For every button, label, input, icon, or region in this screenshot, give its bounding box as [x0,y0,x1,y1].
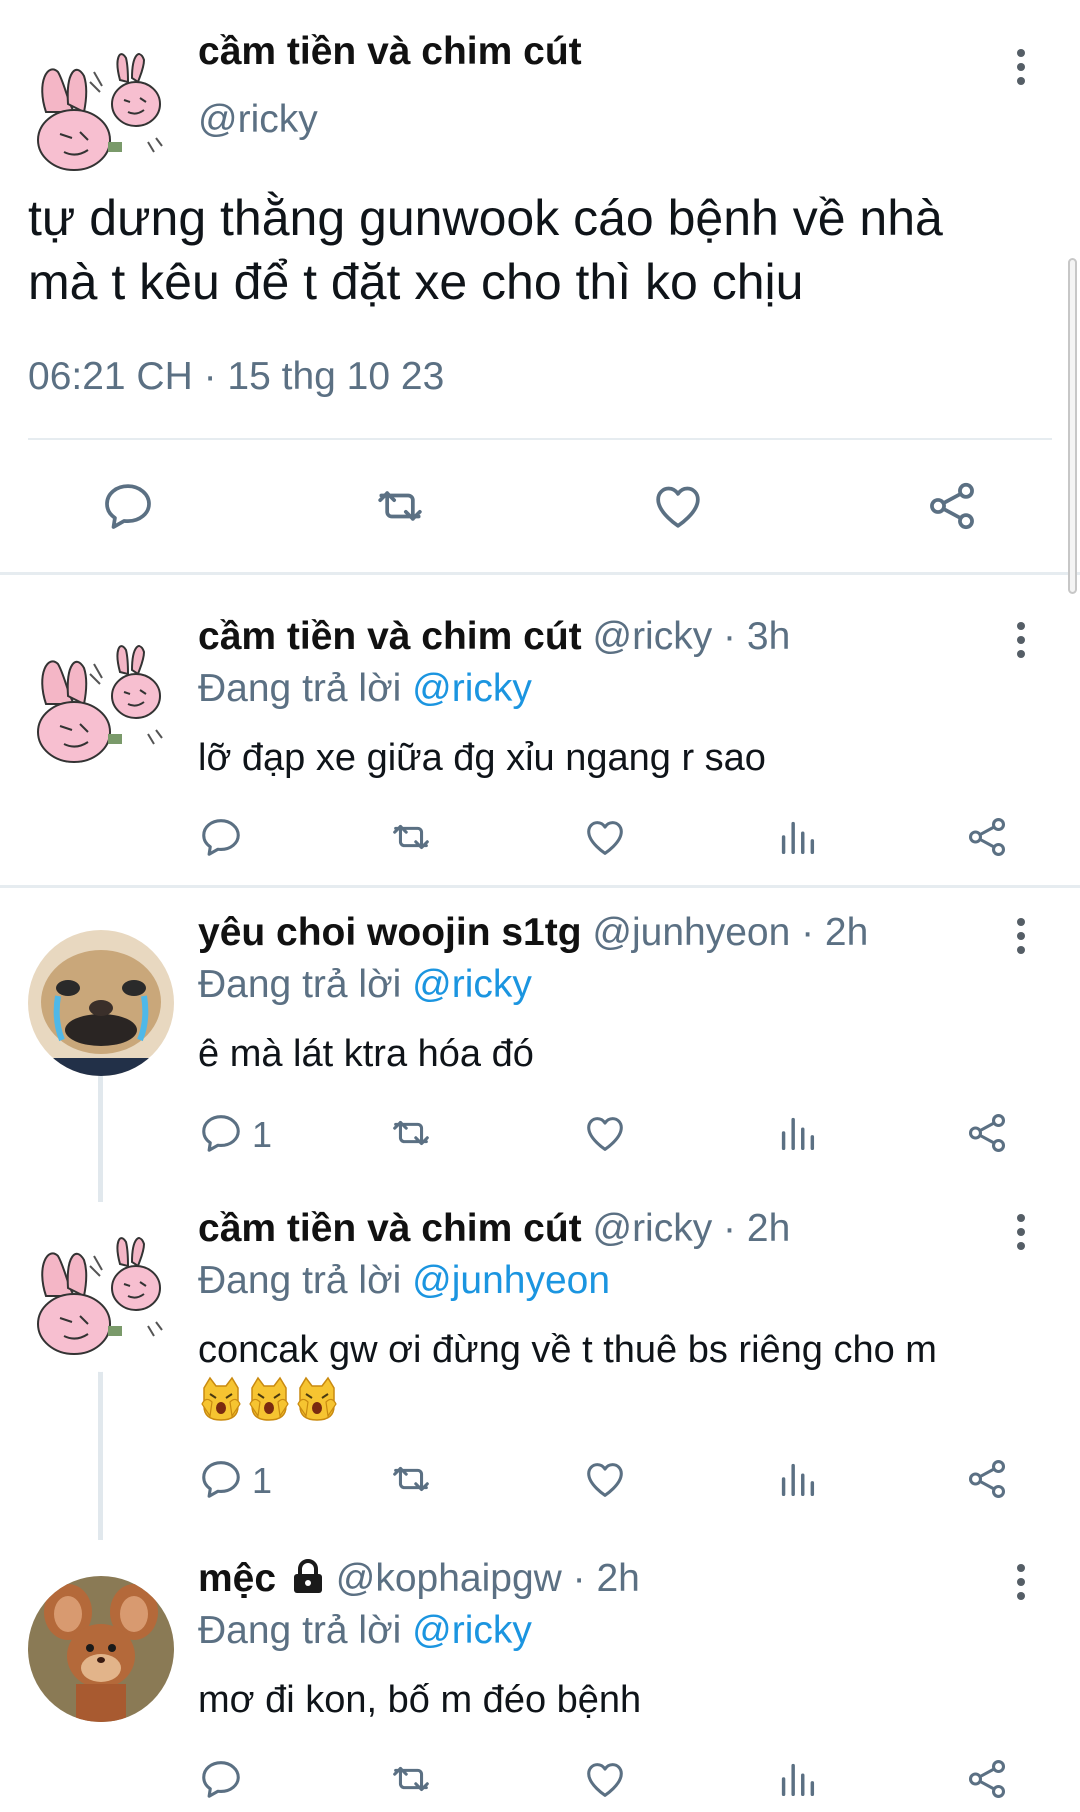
reply-icon[interactable] [198,1456,244,1502]
author-avatar[interactable] [28,634,174,780]
mention-link[interactable]: @junhyeon [412,1259,610,1302]
like-icon[interactable] [582,814,628,860]
scrollbar[interactable] [1068,258,1077,594]
divider [0,572,1080,575]
reply-text: concak gw ơi đừng về t thuê bs riêng cho… [198,1329,937,1371]
retweet-icon[interactable] [388,814,434,860]
reply-tweet[interactable]: cầm tiền và chim cút @ricky · 3h Đang tr… [0,600,1080,888]
main-tweet: cầm tiền và chim cút @ricky tự dưng thằn… [0,0,1080,574]
analytics-icon[interactable] [774,814,820,860]
like-icon[interactable] [582,1756,628,1802]
author-name[interactable]: yêu choi woojin s1tg [198,911,582,954]
reply-header: cầm tiền và chim cút @ricky · 3h [198,615,790,659]
replying-to: Đang trả lời @ricky [198,667,532,711]
like-icon[interactable] [582,1456,628,1502]
reply-header: cầm tiền và chim cút @ricky · 2h [198,1207,790,1251]
analytics-icon[interactable] [774,1456,820,1502]
replying-to: Đang trả lời @ricky [198,963,532,1007]
replying-to-label: Đang trả lời [198,1609,413,1652]
author-avatar[interactable] [28,1226,174,1372]
share-icon[interactable] [964,1756,1010,1802]
reply-header: mệc @kophaipgw · 2h [198,1557,640,1601]
more-options-icon[interactable] [1006,1210,1036,1254]
retweet-icon[interactable] [388,1456,434,1502]
share-icon[interactable] [964,1456,1010,1502]
reply-count: 1 [252,1460,273,1501]
share-icon[interactable] [964,1110,1010,1156]
author-handle-time[interactable]: @ricky · 2h [582,1207,790,1250]
weary-cat-emoji [246,1376,292,1422]
replying-to-label: Đang trả lời [198,1259,413,1302]
author-name[interactable]: mệc [198,1557,276,1600]
mention-link[interactable]: @ricky [412,963,532,1006]
analytics-icon[interactable] [774,1110,820,1156]
reply-icon[interactable] [198,814,244,860]
retweet-icon[interactable] [372,478,428,534]
reply-header: yêu choi woojin s1tg @junhyeon · 2h [198,911,868,955]
weary-cat-emoji [198,1376,244,1422]
emoji-row [198,1376,340,1422]
analytics-icon[interactable] [774,1756,820,1802]
more-options-icon[interactable] [1006,618,1036,662]
reply-text: lỡ đạp xe giữa đg xỉu ngang r sao [198,737,766,779]
replying-to: Đang trả lời @junhyeon [198,1259,610,1303]
author-name[interactable]: cầm tiền và chim cút [198,615,582,658]
retweet-icon[interactable] [388,1110,434,1156]
tweet-text: tự dưng thằng gunwook cáo bệnh về nhà mà… [28,186,1058,314]
reply-tweet[interactable]: mệc @kophaipgw · 2h Đang trả lời @ricky … [0,1542,1080,1812]
reply-count: 1 [252,1114,273,1155]
weary-cat-emoji [294,1376,340,1422]
tweet-timestamp: 06:21 CH · 15 thg 10 23 [28,355,445,398]
reply-tweet[interactable]: cầm tiền và chim cút @ricky · 2h Đang tr… [0,1192,1080,1540]
replying-to-label: Đang trả lời [198,963,413,1006]
reply-icon[interactable] [198,1110,244,1156]
like-icon[interactable] [582,1110,628,1156]
divider [0,885,1080,888]
replying-to-label: Đang trả lời [198,667,413,710]
author-avatar[interactable] [28,1576,174,1722]
reply-text: mơ đi kon, bố m đéo bệnh [198,1679,642,1721]
like-icon[interactable] [650,478,706,534]
retweet-icon[interactable] [388,1756,434,1802]
mention-link[interactable]: @ricky [412,667,532,710]
author-handle-time[interactable]: @kophaipgw · 2h [325,1557,640,1600]
more-options-icon[interactable] [1006,1560,1036,1604]
share-icon[interactable] [964,814,1010,860]
author-handle-time[interactable]: @junhyeon · 2h [582,911,868,954]
tweet-text-line: mà t kêu để t đặt xe cho thì ko chịu [28,254,804,310]
author-handle-time[interactable]: @ricky · 3h [582,615,790,658]
reply-tweet[interactable]: yêu choi woojin s1tg @junhyeon · 2h Đang… [0,896,1080,1190]
reply-icon[interactable] [100,478,156,534]
tweet-text-line: tự dưng thằng gunwook cáo bệnh về nhà [28,190,943,246]
author-name[interactable]: cầm tiền và chim cút [198,1207,582,1250]
more-options-icon[interactable] [1006,45,1036,89]
share-icon[interactable] [924,478,980,534]
lock-icon [291,1559,325,1595]
replying-to: Đang trả lời @ricky [198,1609,532,1653]
divider [28,438,1052,440]
more-options-icon[interactable] [1006,914,1036,958]
author-avatar[interactable] [28,930,174,1076]
mention-link[interactable]: @ricky [412,1609,532,1652]
author-avatar[interactable] [28,42,174,188]
author-handle[interactable]: @ricky [198,98,318,142]
reply-text: ê mà lát ktra hóa đó [198,1033,534,1075]
reply-icon[interactable] [198,1756,244,1802]
author-name[interactable]: cầm tiền và chim cút [198,30,582,74]
